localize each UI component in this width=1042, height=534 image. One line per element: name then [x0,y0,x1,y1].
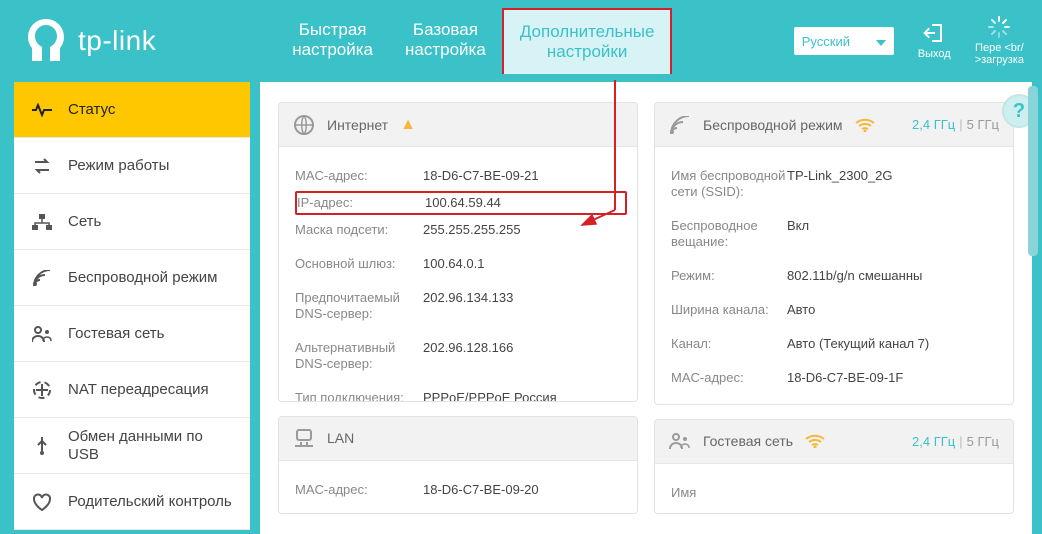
field-subnet-mask: Маска подсети:255.255.255.255 [295,213,621,247]
field-mac: MAC-адрес:18-D6-C7-BE-09-21 [295,159,621,193]
field-channel-width: Ширина канала:Авто [671,293,997,327]
scrollbar-thumb[interactable] [1028,86,1038,256]
globe-icon [293,114,315,136]
panel-guest-network: Гостевая сеть 2,4 ГГц|5 ГГц Имя [654,419,1014,514]
tab-advanced-settings[interactable]: Дополнительные настройки [502,8,673,74]
panel-wireless: Беспроводной режим 2,4 ГГц|5 ГГц Имя бес… [654,102,1014,405]
scrollbar[interactable] [1028,86,1038,530]
language-select[interactable]: Русский [794,27,894,55]
field-mode: Режим:802.11b/g/n смешанны [671,259,997,293]
sidebar-item-label: Обмен данными по USB [68,428,232,464]
sidebar-item-guest-network[interactable]: Гостевая сеть [14,306,250,362]
sidebar-item-status[interactable]: Статус [14,82,250,138]
panel-internet: Интернет ▲ MAC-адрес:18-D6-C7-BE-09-21 I… [278,102,638,402]
field-dns-primary: Предпочитаемый DNS-сервер:202.96.134.133 [295,281,621,331]
sidebar-item-label: Родительский контроль [68,493,232,511]
logo-icon [24,17,68,65]
sidebar-item-network[interactable]: Сеть [14,194,250,250]
signal-icon [855,118,875,132]
field-channel: Канал:Авто (Текущий канал 7) [671,327,997,361]
sidebar-item-label: Режим работы [68,157,232,175]
brand-name: tp-link [78,25,156,57]
activity-icon [32,100,52,120]
field-lan-mac: MAC-адрес:18-D6-C7-BE-09-20 [295,473,621,507]
guest-icon [669,432,691,450]
field-ip-address: IP-адрес:100.64.59.44 [295,191,627,215]
guest-icon [32,324,52,344]
sidebar-item-operation-mode[interactable]: Режим работы [14,138,250,194]
sidebar-item-wireless[interactable]: Беспроводной режим [14,250,250,306]
sidebar-item-label: Статус [68,101,232,119]
network-icon [32,212,52,232]
logout-label: Выход [918,48,951,60]
panel-title: Беспроводной режим [703,117,843,133]
language-value: Русский [802,34,850,49]
nat-icon [32,380,52,400]
panel-title: Интернет [327,117,388,133]
panel-lan: LAN MAC-адрес:18-D6-C7-BE-09-20 [278,416,638,514]
band-selector[interactable]: 2,4 ГГц|5 ГГц [912,434,999,449]
panel-title: LAN [327,430,354,446]
lan-icon [293,428,315,448]
sidebar-item-usb-sharing[interactable]: Обмен данными по USB [14,418,250,474]
usb-icon [32,436,52,456]
sidebar: Статус Режим работы Сеть Беспроводной ре… [14,82,250,530]
sidebar-item-label: Сеть [68,213,232,231]
sidebar-item-nat-forwarding[interactable]: NAT переадресация [14,362,250,418]
heart-icon [32,492,52,512]
chevron-down-icon [876,34,886,49]
reload-label: Пере <br/ >загрузка [975,42,1024,66]
band-selector[interactable]: 2,4 ГГц|5 ГГц [912,117,999,132]
tab-quick-setup[interactable]: Быстрая настройка [276,8,389,74]
sidebar-item-label: Беспроводной режим [68,269,232,287]
sidebar-item-label: NAT переадресация [68,381,232,399]
field-dns-secondary: Альтернативный DNS-сервер:202.96.128.166 [295,331,621,381]
field-gateway: Основной шлюз:100.64.0.1 [295,247,621,281]
warning-icon: ▲ [400,116,416,134]
field-broadcast: Беспроводное вещание:Вкл [671,209,997,259]
tab-basic-setup[interactable]: Базовая настройка [389,8,502,74]
sidebar-item-label: Гостевая сеть [68,325,232,343]
panel-title: Гостевая сеть [703,433,793,449]
sidebar-item-parental-control[interactable]: Родительский контроль [14,474,250,530]
field-connection-type: Тип подключения:PPPoE/PPPoE Россия [295,381,621,402]
switch-icon [32,156,52,176]
brand-logo: tp-link [24,17,156,65]
field-state: СостояниеВыключено [671,395,997,405]
content-area: Интернет ▲ MAC-адрес:18-D6-C7-BE-09-21 I… [260,82,1032,534]
wifi-icon [669,116,691,134]
field-guest-name: Имя [671,476,997,510]
wifi-icon [32,268,52,288]
reload-button[interactable]: Пере <br/ >загрузка [975,16,1024,66]
reload-icon [988,16,1010,38]
logout-button[interactable]: Выход [918,22,951,60]
logout-icon [923,22,945,44]
signal-icon [805,434,825,448]
field-wireless-mac: MAC-адрес:18-D6-C7-BE-09-1F [671,361,997,395]
field-ssid: Имя беспроводной сети (SSID):TP-Link_230… [671,159,997,209]
